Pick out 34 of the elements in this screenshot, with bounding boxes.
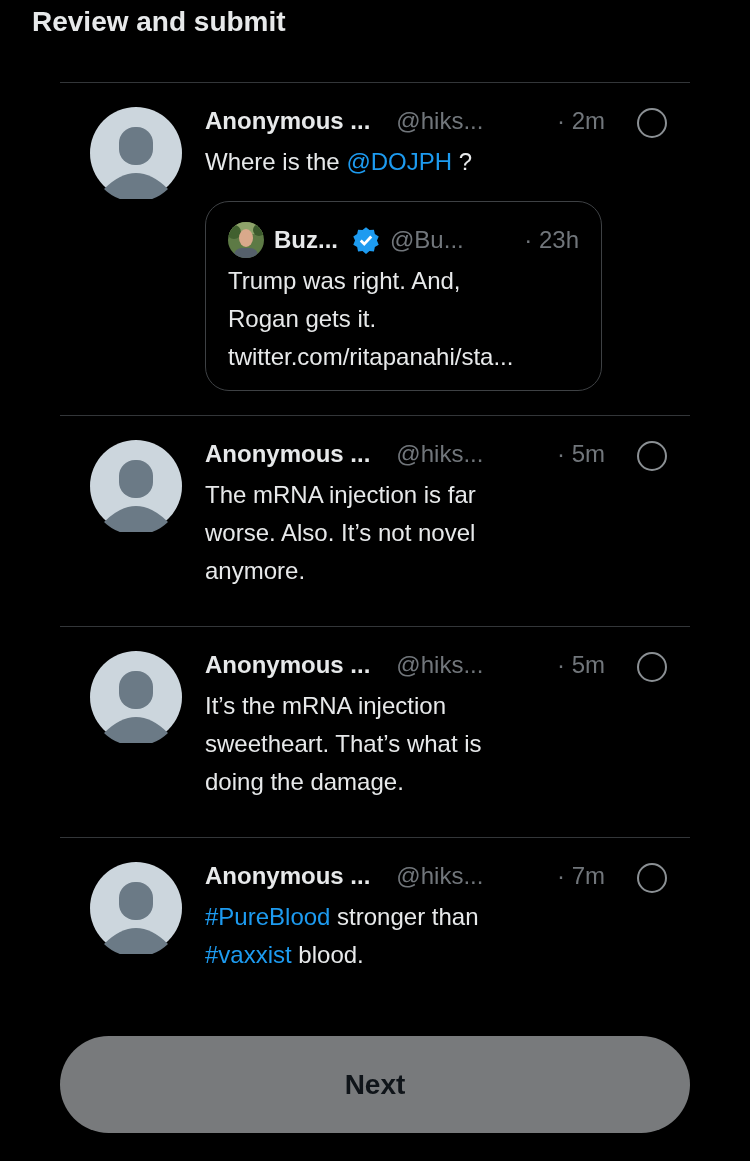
avatar-icon (90, 440, 182, 532)
next-button[interactable]: Next (60, 1036, 690, 1133)
screen-title: Review and submit (31, 5, 287, 39)
select-radio[interactable] (637, 108, 667, 138)
avatar-icon (90, 651, 182, 743)
user-name: Anonymous ... (205, 651, 371, 679)
user-name: Anonymous ... (205, 440, 371, 468)
post-text: #PureBlood stronger than #vaxxist blood. (205, 902, 480, 970)
user-handle: @hiks... (396, 107, 484, 135)
post-time: · 5m (557, 651, 605, 679)
user-name: Buz... (274, 226, 338, 254)
post-link[interactable]: #vaxxist (205, 941, 292, 968)
post-text: The mRNA injection is far worse. Also. It’s not novel anymore. (205, 480, 477, 586)
post-time: · 5m (557, 440, 605, 468)
avatar-icon (90, 107, 182, 199)
select-radio[interactable] (637, 441, 667, 471)
post-text: It’s the mRNA injection sweetheart. That’s what is doing the damage. (205, 691, 483, 797)
avatar-icon (90, 862, 182, 954)
quoted-post[interactable]: Buz... @Bu... · 23h Trump was right. And, Rogan gets it. twitter.com/ritapanahi/sta... (205, 201, 602, 391)
post-link[interactable]: @DOJPH (346, 148, 453, 175)
post-time: · 23h (524, 226, 579, 254)
user-handle: @Bu... (390, 226, 464, 254)
post-text: Where is the @DOJPH ? (205, 147, 474, 177)
user-handle: @hiks... (396, 440, 484, 468)
user-handle: @hiks... (396, 651, 484, 679)
quoted-text: Trump was right. And, Rogan gets it. twitter.com/ritapanahi/sta... (228, 266, 515, 372)
user-handle: @hiks... (396, 862, 484, 890)
select-radio[interactable] (637, 863, 667, 893)
user-name: Anonymous ... (205, 862, 371, 890)
user-name: Anonymous ... (205, 107, 371, 135)
post-link[interactable]: #PureBlood (205, 903, 331, 930)
post-time: · 7m (557, 862, 605, 890)
post-time: · 2m (557, 107, 605, 135)
select-radio[interactable] (637, 652, 667, 682)
